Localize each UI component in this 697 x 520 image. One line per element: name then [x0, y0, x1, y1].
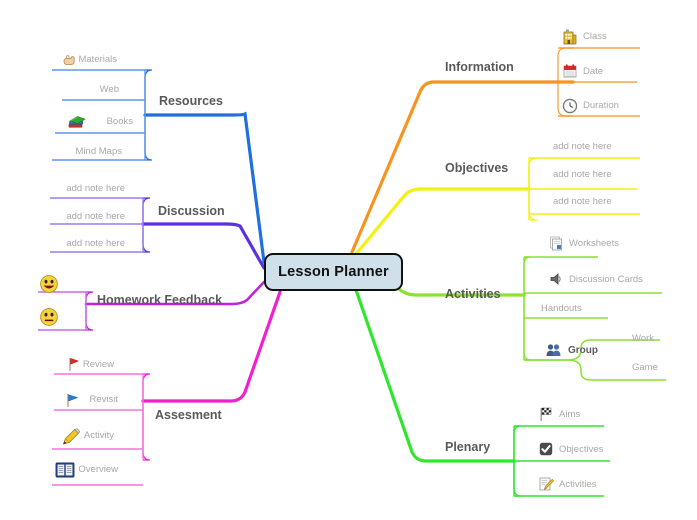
- branch-label-information[interactable]: Information: [445, 60, 514, 74]
- node-label-discussion-note-3[interactable]: add note here: [35, 238, 125, 250]
- checkered-flag-icon: [538, 406, 554, 422]
- connector-discussion: [50, 197, 266, 270]
- clock-icon: [562, 98, 578, 114]
- node-label-discussion-cards[interactable]: Discussion Cards: [569, 274, 643, 286]
- connector-plenary: [354, 288, 610, 497]
- node-label-activity[interactable]: Activity: [40, 430, 114, 442]
- node-label-date[interactable]: Date: [583, 66, 603, 78]
- node-label-duration[interactable]: Duration: [583, 100, 619, 112]
- building-icon: [562, 29, 578, 45]
- node-label-handouts[interactable]: Handouts: [541, 303, 582, 315]
- branch-label-discussion[interactable]: Discussion: [158, 204, 225, 218]
- people-icon: [545, 342, 561, 358]
- node-label-objectives-note-2[interactable]: add note here: [553, 169, 612, 181]
- connector-resources: [52, 69, 266, 264]
- node-label-aims[interactable]: Aims: [559, 409, 580, 421]
- branch-label-plenary[interactable]: Plenary: [445, 440, 490, 454]
- node-label-books[interactable]: Books: [50, 116, 133, 128]
- speaker-icon: [548, 271, 564, 287]
- branch-label-assesment[interactable]: Assesment: [155, 408, 222, 422]
- node-label-work[interactable]: Work: [632, 333, 654, 345]
- node-label-plenary-activities[interactable]: Activities: [559, 479, 596, 491]
- node-label-overview[interactable]: Overview: [38, 464, 118, 476]
- node-label-group[interactable]: Group: [568, 345, 598, 357]
- branch-label-homework-feedback[interactable]: Homework Feedback: [97, 293, 222, 307]
- connector-assesment: [52, 290, 282, 486]
- branch-label-activities[interactable]: Activities: [445, 287, 501, 301]
- worksheet-icon: [548, 235, 564, 251]
- node-label-discussion-note-2[interactable]: add note here: [35, 211, 125, 223]
- node-label-objectives-note-1[interactable]: add note here: [553, 141, 612, 153]
- checkbox-icon: [538, 441, 554, 457]
- node-label-game[interactable]: Game: [632, 362, 658, 374]
- node-label-mind-maps[interactable]: Mind Maps: [40, 146, 122, 158]
- branch-label-objectives[interactable]: Objectives: [445, 161, 508, 175]
- node-label-discussion-note-1[interactable]: add note here: [35, 183, 125, 195]
- calendar-icon: [562, 63, 578, 79]
- node-label-plenary-objectives[interactable]: Objectives: [559, 444, 603, 456]
- branch-label-resources[interactable]: Resources: [159, 94, 223, 108]
- smiley-neutral-icon: [39, 307, 59, 327]
- node-label-review[interactable]: Review: [42, 359, 114, 371]
- node-label-objectives-note-3[interactable]: add note here: [553, 196, 612, 208]
- note-pencil-icon: [538, 476, 554, 492]
- center-node[interactable]: Lesson Planner: [264, 253, 403, 291]
- smiley-happy-icon: [39, 274, 59, 294]
- node-label-worksheets[interactable]: Worksheets: [569, 238, 619, 250]
- node-label-materials[interactable]: Materials: [44, 54, 117, 66]
- node-label-class[interactable]: Class: [583, 31, 607, 43]
- mindmap-canvas: Lesson Planner Information Objectives Ac…: [0, 0, 697, 520]
- node-label-revisit[interactable]: Revisit: [44, 394, 118, 406]
- node-label-web[interactable]: Web: [40, 84, 119, 96]
